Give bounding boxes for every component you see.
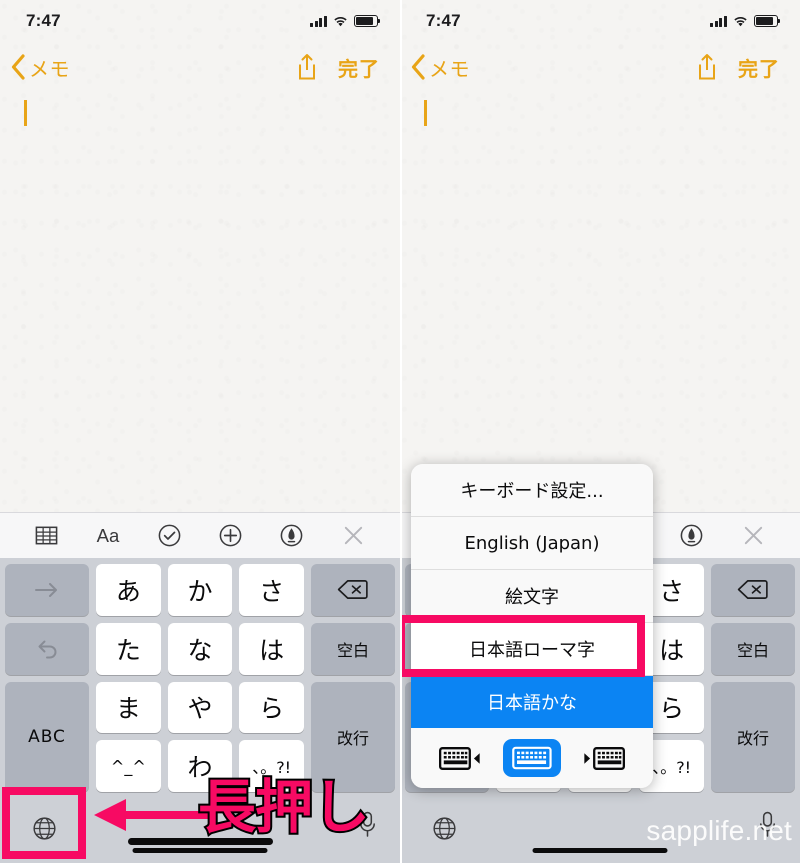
key-sa[interactable]: さ xyxy=(239,564,304,616)
keyboard-layout-mode-row xyxy=(411,728,653,788)
nav-right-actions: 完了 xyxy=(296,53,380,82)
nav-right-actions: 完了 xyxy=(696,53,780,82)
home-indicator xyxy=(532,848,668,853)
home-indicator xyxy=(132,848,268,853)
key-ta[interactable]: た xyxy=(96,622,161,675)
undo-key[interactable] xyxy=(5,622,89,675)
key-ma[interactable]: ま xyxy=(96,681,161,734)
screenshot-stage: 7:47 メモ 完了 Aa あ か さ た な は 空白 ABC ま や ら 改… xyxy=(0,0,800,863)
keyboard-full-icon[interactable] xyxy=(502,739,561,777)
navigation-bar: メモ 完了 xyxy=(400,42,800,92)
close-keyboard-icon[interactable] xyxy=(338,521,368,551)
globe-key[interactable] xyxy=(406,801,482,855)
space-key[interactable]: 空白 xyxy=(710,622,795,675)
chevron-left-icon xyxy=(10,54,26,80)
close-keyboard-icon[interactable] xyxy=(738,521,768,551)
status-bar: 7:47 xyxy=(0,0,400,42)
table-icon[interactable] xyxy=(32,521,62,551)
status-time: 7:47 xyxy=(426,11,461,30)
keyboard-key-grid: あ か さ た な は 空白 ABC ま や ら 改行 ^_^ わ 、。?! xyxy=(0,558,400,798)
left-arrow-annotation xyxy=(92,795,212,835)
done-button[interactable]: 完了 xyxy=(338,53,380,82)
left-screenshot-panel: 7:47 メモ 完了 Aa あ か さ た な は 空白 ABC ま や ら 改… xyxy=(0,0,400,863)
space-key[interactable]: 空白 xyxy=(310,622,395,675)
long-press-annotation-text: 長押し xyxy=(196,773,372,841)
done-button[interactable]: 完了 xyxy=(738,53,780,82)
abc-key[interactable]: ABC xyxy=(5,681,89,792)
wifi-icon xyxy=(733,16,748,27)
emoji-item[interactable]: 絵文字 xyxy=(411,570,653,623)
japanese-romaji-item[interactable]: 日本語ローマ字 xyxy=(411,623,653,676)
share-icon[interactable] xyxy=(296,53,318,81)
back-button[interactable]: メモ xyxy=(10,53,70,82)
status-indicators xyxy=(310,15,381,27)
keyboard-selection-popup: キーボード設定... English (Japan) 絵文字 日本語ローマ字 日… xyxy=(411,464,653,788)
format-aa-icon[interactable]: Aa xyxy=(93,521,123,551)
back-button-label: メモ xyxy=(429,58,470,81)
key-ha[interactable]: は xyxy=(239,622,304,675)
status-bar: 7:47 xyxy=(400,0,800,42)
status-indicators xyxy=(710,15,781,27)
share-icon[interactable] xyxy=(696,53,718,81)
markup-pen-icon[interactable] xyxy=(677,521,707,551)
notes-format-toolbar: Aa xyxy=(0,512,400,558)
return-key[interactable]: 改行 xyxy=(710,681,795,792)
battery-icon xyxy=(754,15,781,27)
key-a[interactable]: あ xyxy=(96,564,161,616)
site-watermark: sapplife.net xyxy=(646,815,792,846)
keyboard-left-split-icon[interactable] xyxy=(432,739,490,777)
keyboard-settings-item[interactable]: キーボード設定... xyxy=(411,464,653,517)
cellular-bars-icon xyxy=(310,15,327,27)
note-editor-body[interactable] xyxy=(400,92,800,512)
svg-text:Aa: Aa xyxy=(97,525,120,546)
markup-pen-icon[interactable] xyxy=(277,521,307,551)
key-na[interactable]: な xyxy=(167,622,233,675)
key-kaomoji[interactable]: ^_^ xyxy=(96,740,161,792)
english-japan-item[interactable]: English (Japan) xyxy=(411,517,653,570)
globe-key-highlight xyxy=(2,787,86,859)
text-cursor xyxy=(424,100,427,126)
add-attachment-icon[interactable] xyxy=(216,521,246,551)
checklist-icon[interactable] xyxy=(154,521,184,551)
note-editor-body[interactable] xyxy=(0,92,400,512)
delete-key[interactable] xyxy=(710,564,795,616)
key-ra[interactable]: ら xyxy=(239,681,304,734)
key-ka[interactable]: か xyxy=(167,564,233,616)
japanese-kana-item[interactable]: 日本語かな xyxy=(411,676,653,728)
key-ya[interactable]: や xyxy=(167,681,233,734)
navigation-bar: メモ 完了 xyxy=(0,42,400,92)
back-button[interactable]: メモ xyxy=(410,53,470,82)
battery-icon xyxy=(354,15,381,27)
cursor-right-key[interactable] xyxy=(5,564,89,616)
text-cursor xyxy=(24,100,27,126)
delete-key[interactable] xyxy=(310,564,395,616)
keyboard-right-split-icon[interactable] xyxy=(574,739,632,777)
back-button-label: メモ xyxy=(29,58,70,81)
chevron-left-icon xyxy=(410,54,426,80)
wifi-icon xyxy=(333,16,348,27)
status-time: 7:47 xyxy=(26,11,61,30)
right-screenshot-panel: 7:47 メモ 完了 さ は 空白 ら 改行 、。?! キーボード設定... E… xyxy=(400,0,800,863)
cellular-bars-icon xyxy=(710,15,727,27)
